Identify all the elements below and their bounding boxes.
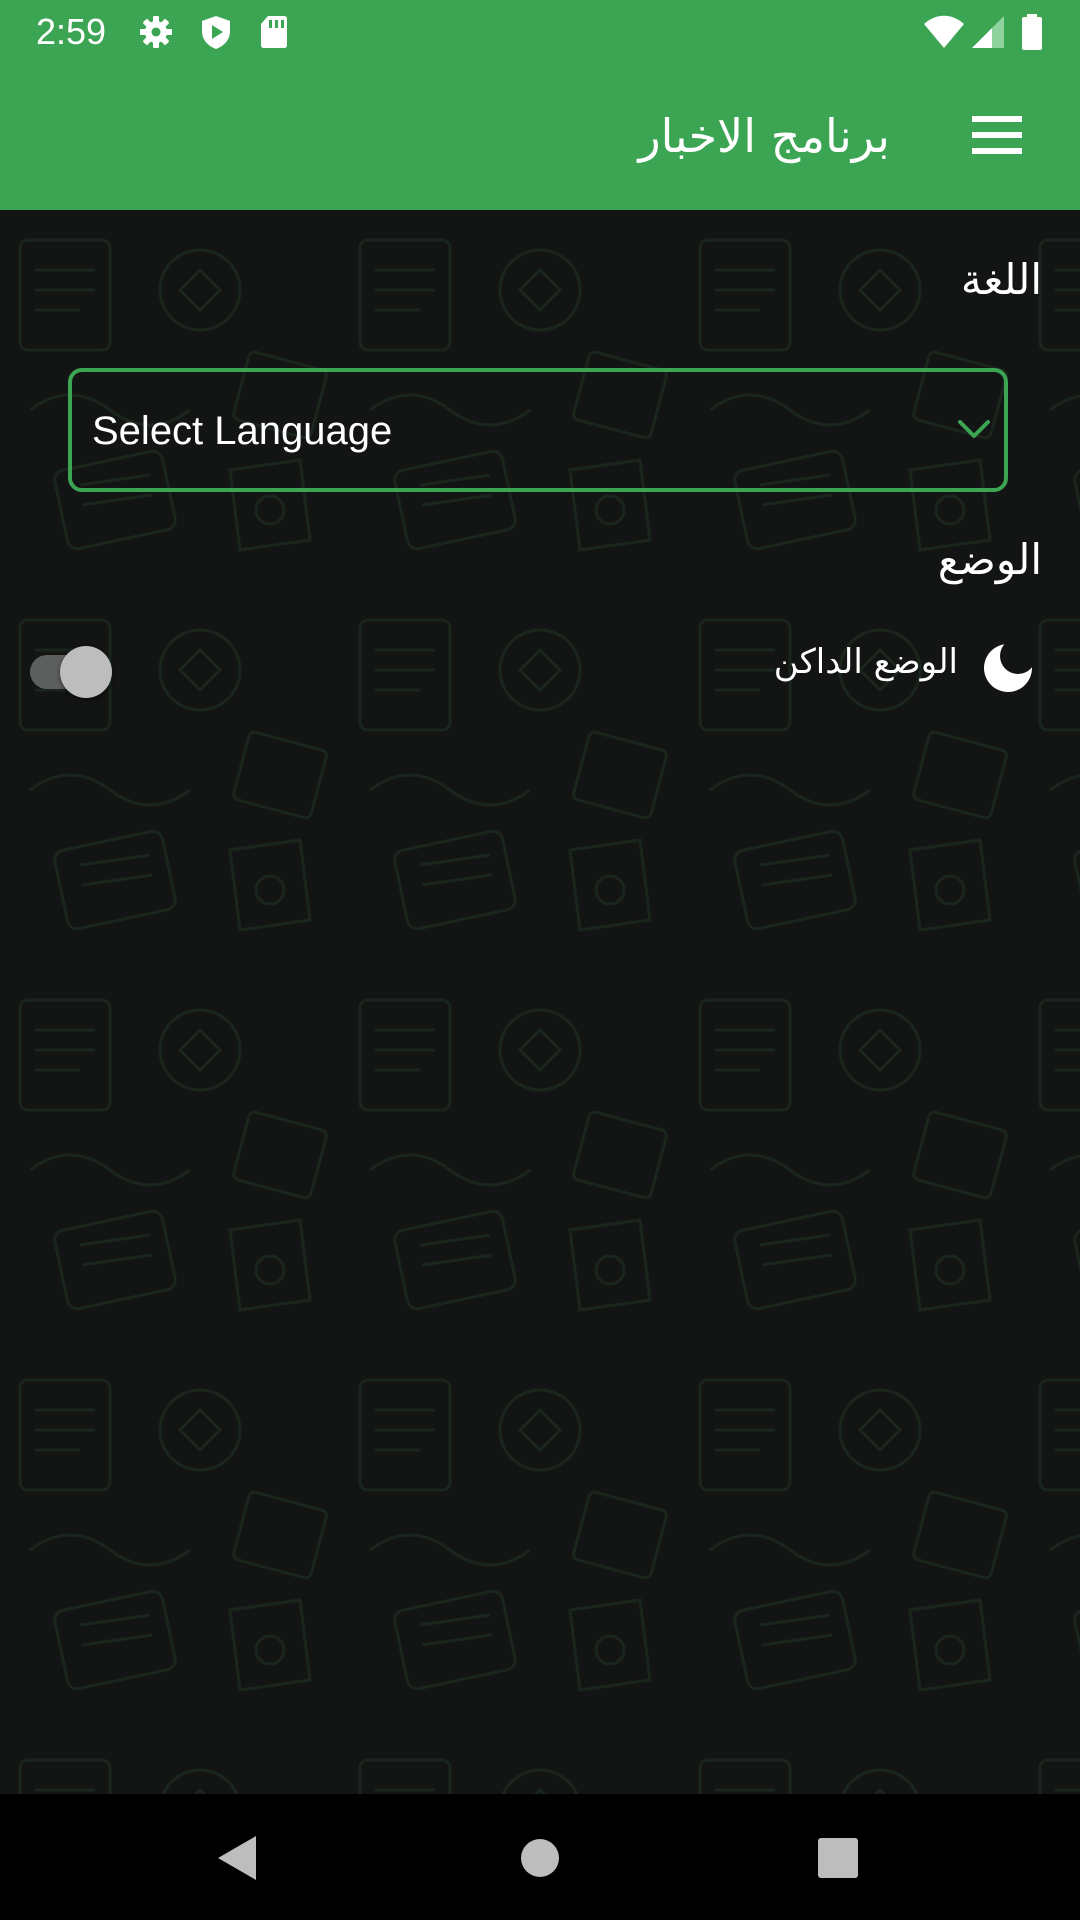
toggle-thumb — [60, 646, 112, 698]
sd-card-icon — [256, 14, 292, 50]
navigation-bar — [0, 1794, 1080, 1920]
app-bar: برنامج الاخبار — [0, 64, 1080, 210]
language-select-value: Select Language — [92, 409, 393, 453]
chevron-down-icon — [954, 412, 994, 446]
status-time: 2:59 — [36, 11, 107, 52]
signal-icon — [970, 14, 1006, 50]
hamburger-menu-icon[interactable] — [970, 110, 1030, 162]
home-icon[interactable] — [510, 1828, 570, 1888]
status-bar: 2:59 — [0, 0, 1080, 64]
settings-icon — [138, 14, 174, 50]
back-icon[interactable] — [210, 1828, 270, 1888]
dark-mode-label: الوضع الداكن — [773, 642, 958, 682]
battery-icon — [1020, 14, 1044, 50]
shield-play-icon — [198, 14, 234, 50]
moon-icon — [980, 638, 1036, 694]
wifi-icon — [922, 14, 966, 50]
mode-section-title: الوضع — [937, 535, 1042, 584]
language-section-title: اللغة — [960, 255, 1042, 304]
dark-mode-toggle[interactable] — [30, 644, 114, 700]
dark-mode-row[interactable]: الوضع الداكن — [0, 620, 1080, 710]
language-select[interactable]: Select Language — [68, 368, 1008, 492]
recents-icon[interactable] — [808, 1828, 868, 1888]
app-title: برنامج الاخبار — [638, 109, 890, 163]
